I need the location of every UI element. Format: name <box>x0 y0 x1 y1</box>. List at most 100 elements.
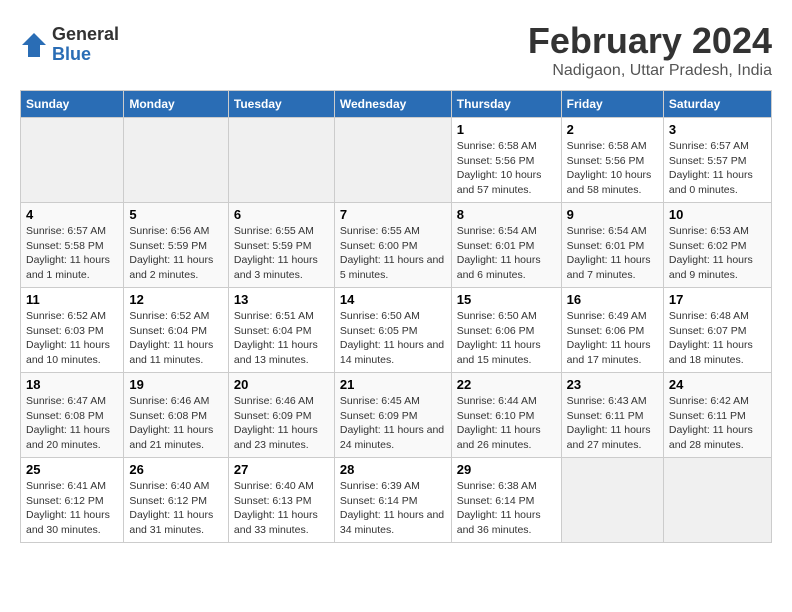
day-info: Sunrise: 6:48 AMSunset: 6:07 PMDaylight:… <box>669 309 766 368</box>
day-of-week-header: Wednesday <box>334 91 451 118</box>
day-info: Sunrise: 6:43 AMSunset: 6:11 PMDaylight:… <box>567 394 658 453</box>
calendar-cell: 8 Sunrise: 6:54 AMSunset: 6:01 PMDaylight… <box>451 203 561 288</box>
calendar-cell: 5 Sunrise: 6:56 AMSunset: 5:59 PMDaylight… <box>124 203 229 288</box>
day-number: 6 <box>234 207 329 222</box>
day-number: 7 <box>340 207 446 222</box>
day-number: 26 <box>129 462 223 477</box>
day-info: Sunrise: 6:47 AMSunset: 6:08 PMDaylight:… <box>26 394 118 453</box>
day-number: 29 <box>457 462 556 477</box>
calendar-cell: 20 Sunrise: 6:46 AMSunset: 6:09 PMDayligh… <box>228 373 334 458</box>
day-number: 14 <box>340 292 446 307</box>
day-info: Sunrise: 6:50 AMSunset: 6:05 PMDaylight:… <box>340 309 446 368</box>
day-info: Sunrise: 6:46 AMSunset: 6:09 PMDaylight:… <box>234 394 329 453</box>
day-info: Sunrise: 6:44 AMSunset: 6:10 PMDaylight:… <box>457 394 556 453</box>
calendar-cell: 27 Sunrise: 6:40 AMSunset: 6:13 PMDayligh… <box>228 458 334 543</box>
day-number: 17 <box>669 292 766 307</box>
day-info: Sunrise: 6:38 AMSunset: 6:14 PMDaylight:… <box>457 479 556 538</box>
title-section: February 2024 Nadigaon, Uttar Pradesh, I… <box>528 20 772 80</box>
calendar-cell: 18Sunrise: 6:47 AMSunset: 6:08 PMDayligh… <box>21 373 124 458</box>
day-info: Sunrise: 6:45 AMSunset: 6:09 PMDaylight:… <box>340 394 446 453</box>
day-number: 9 <box>567 207 658 222</box>
day-number: 24 <box>669 377 766 392</box>
calendar-cell: 15Sunrise: 6:50 AMSunset: 6:06 PMDayligh… <box>451 288 561 373</box>
calendar-week-row: 25Sunrise: 6:41 AMSunset: 6:12 PMDayligh… <box>21 458 772 543</box>
day-of-week-header: Sunday <box>21 91 124 118</box>
logo: General Blue <box>20 25 119 65</box>
day-of-week-header: Tuesday <box>228 91 334 118</box>
day-info: Sunrise: 6:55 AMSunset: 5:59 PMDaylight:… <box>234 224 329 283</box>
day-number: 5 <box>129 207 223 222</box>
day-number: 13 <box>234 292 329 307</box>
day-info: Sunrise: 6:53 AMSunset: 6:02 PMDaylight:… <box>669 224 766 283</box>
day-number: 27 <box>234 462 329 477</box>
day-info: Sunrise: 6:39 AMSunset: 6:14 PMDaylight:… <box>340 479 446 538</box>
calendar-week-row: 11Sunrise: 6:52 AMSunset: 6:03 PMDayligh… <box>21 288 772 373</box>
calendar-cell: 24 Sunrise: 6:42 AMSunset: 6:11 PMDayligh… <box>663 373 771 458</box>
day-info: Sunrise: 6:41 AMSunset: 6:12 PMDaylight:… <box>26 479 118 538</box>
day-number: 2 <box>567 122 658 137</box>
day-number: 8 <box>457 207 556 222</box>
day-number: 4 <box>26 207 118 222</box>
calendar-cell: 23Sunrise: 6:43 AMSunset: 6:11 PMDayligh… <box>561 373 663 458</box>
day-number: 3 <box>669 122 766 137</box>
calendar-cell <box>334 118 451 203</box>
day-number: 11 <box>26 292 118 307</box>
day-number: 16 <box>567 292 658 307</box>
logo-general: General <box>52 25 119 45</box>
day-of-week-header: Thursday <box>451 91 561 118</box>
calendar-cell: 14 Sunrise: 6:50 AMSunset: 6:05 PMDayligh… <box>334 288 451 373</box>
day-info: Sunrise: 6:49 AMSunset: 6:06 PMDaylight:… <box>567 309 658 368</box>
calendar-week-row: 18Sunrise: 6:47 AMSunset: 6:08 PMDayligh… <box>21 373 772 458</box>
calendar-cell: 2Sunrise: 6:58 AMSunset: 5:56 PMDaylight… <box>561 118 663 203</box>
day-info: Sunrise: 6:54 AMSunset: 6:01 PMDaylight:… <box>457 224 556 283</box>
day-number: 19 <box>129 377 223 392</box>
calendar-cell: 13Sunrise: 6:51 AMSunset: 6:04 PMDayligh… <box>228 288 334 373</box>
calendar-week-row: 4 Sunrise: 6:57 AMSunset: 5:58 PMDaylight… <box>21 203 772 288</box>
day-info: Sunrise: 6:56 AMSunset: 5:59 PMDaylight:… <box>129 224 223 283</box>
day-number: 1 <box>457 122 556 137</box>
calendar-cell: 29 Sunrise: 6:38 AMSunset: 6:14 PMDayligh… <box>451 458 561 543</box>
calendar-cell <box>21 118 124 203</box>
calendar-cell: 17 Sunrise: 6:48 AMSunset: 6:07 PMDayligh… <box>663 288 771 373</box>
day-info: Sunrise: 6:54 AMSunset: 6:01 PMDaylight:… <box>567 224 658 283</box>
calendar-week-row: 1 Sunrise: 6:58 AMSunset: 5:56 PMDaylight… <box>21 118 772 203</box>
logo-blue: Blue <box>52 45 119 65</box>
calendar-cell: 16 Sunrise: 6:49 AMSunset: 6:06 PMDayligh… <box>561 288 663 373</box>
calendar-cell: 11Sunrise: 6:52 AMSunset: 6:03 PMDayligh… <box>21 288 124 373</box>
calendar-cell <box>561 458 663 543</box>
day-info: Sunrise: 6:42 AMSunset: 6:11 PMDaylight:… <box>669 394 766 453</box>
day-info: Sunrise: 6:57 AMSunset: 5:57 PMDaylight:… <box>669 139 766 198</box>
day-info: Sunrise: 6:40 AMSunset: 6:13 PMDaylight:… <box>234 479 329 538</box>
calendar-cell: 12 Sunrise: 6:52 AMSunset: 6:04 PMDayligh… <box>124 288 229 373</box>
subtitle: Nadigaon, Uttar Pradesh, India <box>528 62 772 80</box>
day-info: Sunrise: 6:57 AMSunset: 5:58 PMDaylight:… <box>26 224 118 283</box>
day-of-week-header: Friday <box>561 91 663 118</box>
calendar-cell: 1 Sunrise: 6:58 AMSunset: 5:56 PMDaylight… <box>451 118 561 203</box>
day-number: 21 <box>340 377 446 392</box>
day-info: Sunrise: 6:40 AMSunset: 6:12 PMDaylight:… <box>129 479 223 538</box>
day-number: 20 <box>234 377 329 392</box>
day-number: 22 <box>457 377 556 392</box>
calendar-cell: 28 Sunrise: 6:39 AMSunset: 6:14 PMDayligh… <box>334 458 451 543</box>
calendar-cell: 25Sunrise: 6:41 AMSunset: 6:12 PMDayligh… <box>21 458 124 543</box>
calendar-cell: 7Sunrise: 6:55 AMSunset: 6:00 PMDaylight… <box>334 203 451 288</box>
calendar-cell <box>124 118 229 203</box>
logo-text: General Blue <box>52 25 119 65</box>
day-number: 28 <box>340 462 446 477</box>
day-info: Sunrise: 6:46 AMSunset: 6:08 PMDaylight:… <box>129 394 223 453</box>
calendar-cell: 4 Sunrise: 6:57 AMSunset: 5:58 PMDaylight… <box>21 203 124 288</box>
calendar-cell: 19 Sunrise: 6:46 AMSunset: 6:08 PMDayligh… <box>124 373 229 458</box>
calendar-cell: 26 Sunrise: 6:40 AMSunset: 6:12 PMDayligh… <box>124 458 229 543</box>
calendar-cell: 3 Sunrise: 6:57 AMSunset: 5:57 PMDaylight… <box>663 118 771 203</box>
day-info: Sunrise: 6:58 AMSunset: 5:56 PMDaylight:… <box>457 139 556 198</box>
calendar-cell <box>228 118 334 203</box>
day-info: Sunrise: 6:52 AMSunset: 6:04 PMDaylight:… <box>129 309 223 368</box>
main-title: February 2024 <box>528 20 772 62</box>
calendar-cell: 9 Sunrise: 6:54 AMSunset: 6:01 PMDaylight… <box>561 203 663 288</box>
calendar-cell <box>663 458 771 543</box>
calendar-table: SundayMondayTuesdayWednesdayThursdayFrid… <box>20 90 772 543</box>
day-number: 10 <box>669 207 766 222</box>
day-of-week-header: Monday <box>124 91 229 118</box>
calendar-cell: 21 Sunrise: 6:45 AMSunset: 6:09 PMDayligh… <box>334 373 451 458</box>
day-number: 12 <box>129 292 223 307</box>
